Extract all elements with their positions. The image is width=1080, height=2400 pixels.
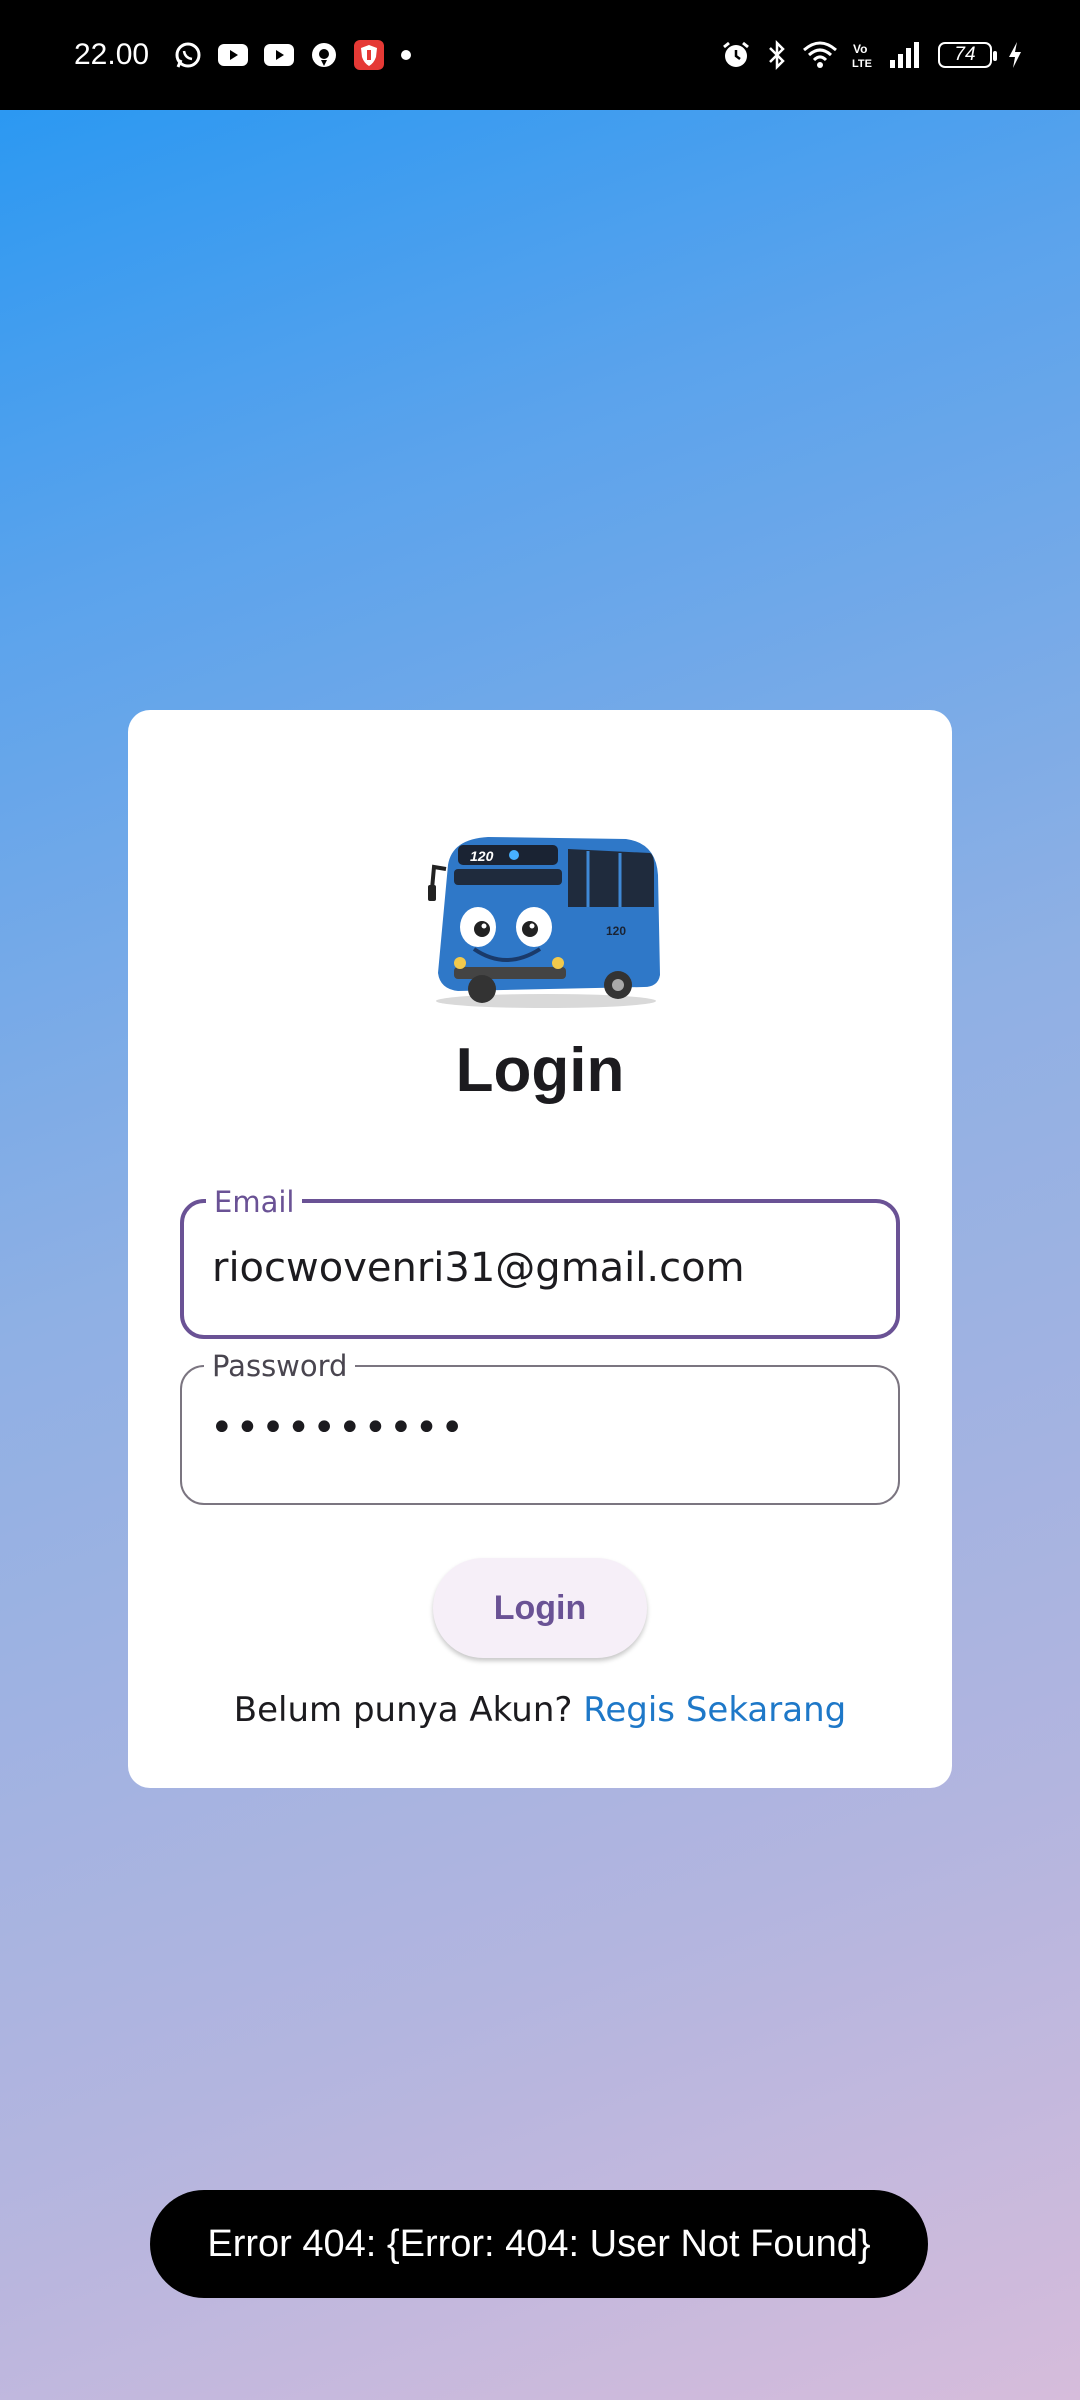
status-bar: 22.00 Vo LTE 74	[0, 0, 1080, 110]
dot-icon	[399, 48, 413, 62]
status-time: 22.00	[74, 38, 150, 71]
location-icon	[309, 40, 339, 70]
shield-app-icon	[353, 39, 385, 71]
whatsapp-icon	[173, 40, 203, 70]
register-row: Belum punya Akun? Regis Sekarang	[128, 1690, 952, 1730]
password-label: Password	[204, 1349, 356, 1383]
register-link[interactable]: Regis Sekarang	[583, 1690, 846, 1730]
svg-text:Vo: Vo	[853, 42, 867, 56]
bus-icon: 120 120	[418, 825, 668, 1010]
volte-icon: Vo LTE	[852, 40, 874, 70]
svg-text:120: 120	[470, 848, 494, 864]
signal-icon	[888, 40, 924, 70]
login-button[interactable]: Login	[433, 1558, 647, 1658]
register-prompt: Belum punya Akun?	[233, 1690, 584, 1730]
youtube-icon	[217, 42, 249, 68]
email-label: Email	[206, 1185, 303, 1219]
error-toast: Error 404: {Error: 404: User Not Found}	[150, 2190, 928, 2298]
email-field[interactable]: Email riocwovenri31@gmail.com	[180, 1185, 900, 1339]
youtube-icon	[263, 42, 295, 68]
email-input[interactable]: riocwovenri31@gmail.com	[212, 1245, 745, 1291]
battery-indicator: 74	[938, 42, 997, 68]
svg-text:LTE: LTE	[852, 58, 872, 70]
bluetooth-icon	[766, 39, 788, 71]
login-card: 120 120 Login Email riocwovenri31@gmail.…	[128, 710, 952, 1788]
alarm-icon	[720, 39, 752, 71]
password-input[interactable]: ••••••••••	[210, 1405, 466, 1451]
status-bar-left: 22.00	[74, 38, 413, 72]
status-bar-right: Vo LTE 74	[720, 39, 1024, 71]
page-title: Login	[455, 1036, 625, 1105]
svg-text:120: 120	[606, 924, 626, 938]
charging-icon	[1006, 40, 1024, 70]
password-field[interactable]: Password ••••••••••	[180, 1349, 900, 1505]
wifi-icon	[802, 40, 838, 70]
